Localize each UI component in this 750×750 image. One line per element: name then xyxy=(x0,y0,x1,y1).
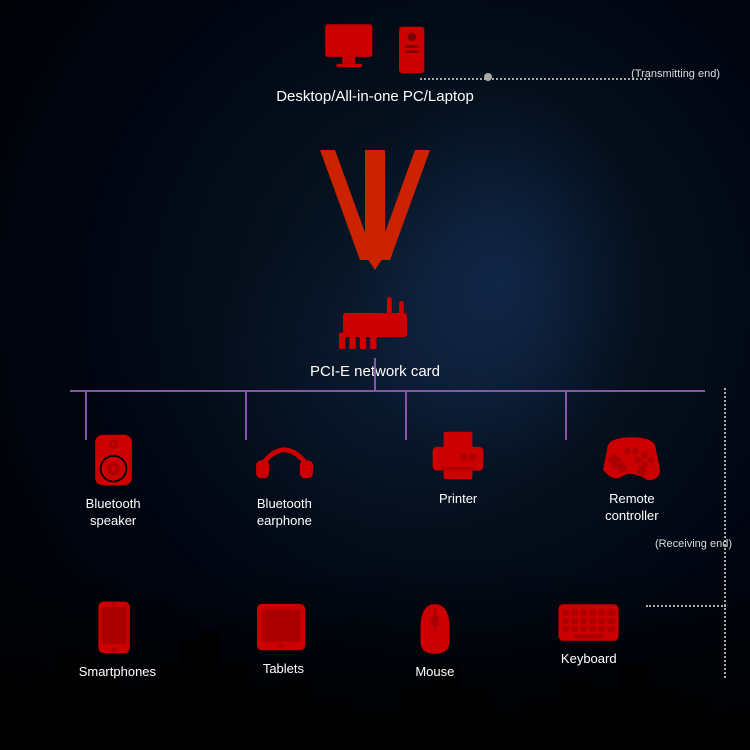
transmitting-dot-end xyxy=(484,73,492,81)
remote-controller-label: Remotecontroller xyxy=(605,491,658,525)
h-line xyxy=(70,390,705,392)
smartphone-icon xyxy=(93,600,141,658)
tablet-item: Tablets xyxy=(253,600,313,681)
tablet-icon xyxy=(253,600,313,655)
bt-earphone-label: Bluetoothearphone xyxy=(257,496,312,530)
receiving-label: (Receiving end) xyxy=(655,538,732,550)
receiving-dots-v xyxy=(724,388,726,678)
arrows-diagram xyxy=(260,140,490,300)
devices-row1: Bluetoothspeaker Bluetoothearphone xyxy=(0,430,750,530)
bt-speaker-icon xyxy=(86,430,141,490)
transmitting-label: (Transmitting end) xyxy=(631,68,720,80)
pc-label: Desktop/All-in-one PC/Laptop xyxy=(276,88,474,105)
mouse-item: Mouse xyxy=(411,600,459,681)
v-line-center xyxy=(374,358,376,391)
printer-label: Printer xyxy=(439,491,477,508)
printer-icon xyxy=(428,430,488,485)
tablet-label: Tablets xyxy=(263,661,304,678)
pc-section: Desktop/All-in-one PC/Laptop xyxy=(276,20,474,105)
monitor-icon xyxy=(320,20,390,80)
keyboard-label: Keyboard xyxy=(561,651,617,668)
keyboard-icon xyxy=(556,600,621,645)
remote-controller-icon xyxy=(599,430,664,485)
bt-earphone-icon xyxy=(252,430,317,490)
mouse-icon xyxy=(411,600,459,658)
keyboard-item: Keyboard xyxy=(556,600,621,681)
bt-speaker-label: Bluetoothspeaker xyxy=(86,496,141,530)
printer-item: Printer xyxy=(428,430,488,530)
network-card-icon xyxy=(335,295,415,355)
devices-row2: Smartphones Tablets Mouse xyxy=(0,600,700,681)
tower-icon xyxy=(394,25,429,80)
bt-earphone-item: Bluetoothearphone xyxy=(252,430,317,530)
smartphone-label: Smartphones xyxy=(79,664,156,681)
bt-speaker-item: Bluetoothspeaker xyxy=(86,430,141,530)
remote-controller-item: Remotecontroller xyxy=(599,430,664,530)
mouse-label: Mouse xyxy=(415,664,454,681)
smartphone-item: Smartphones xyxy=(79,600,156,681)
